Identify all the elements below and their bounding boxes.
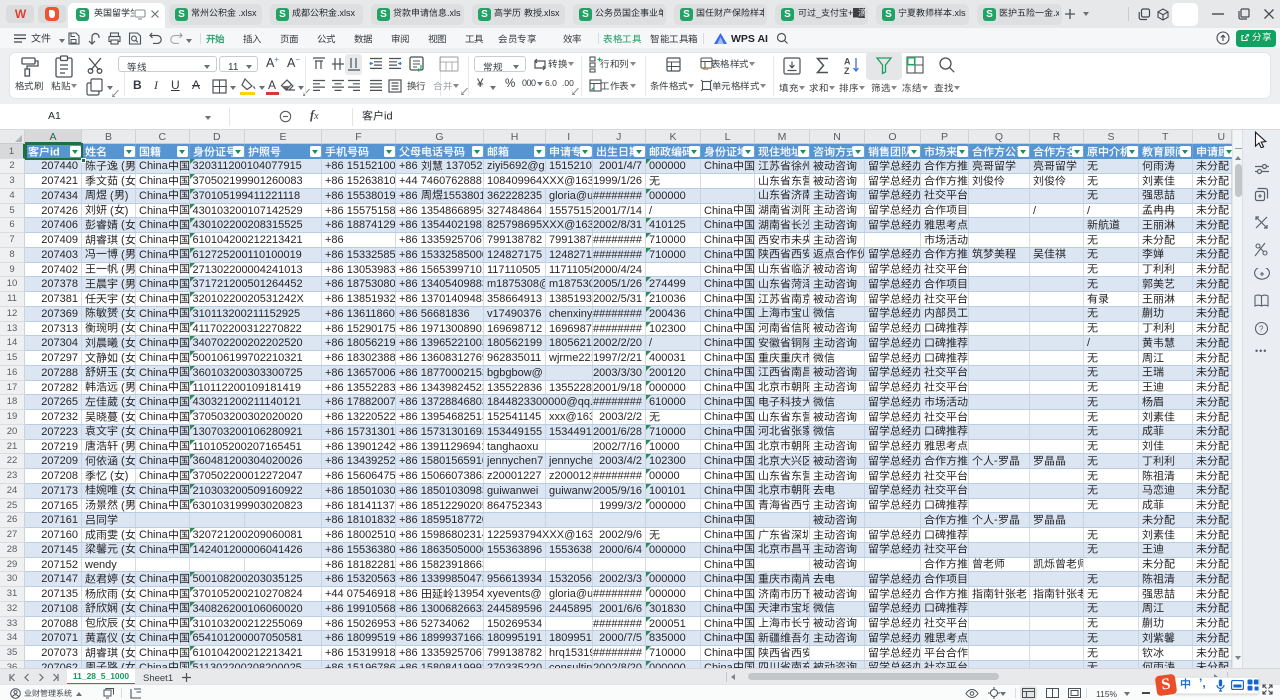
svg-text:A: A: [844, 57, 851, 67]
svg-text:Z: Z: [844, 66, 850, 75]
svg-text:?: ?: [1259, 324, 1264, 333]
